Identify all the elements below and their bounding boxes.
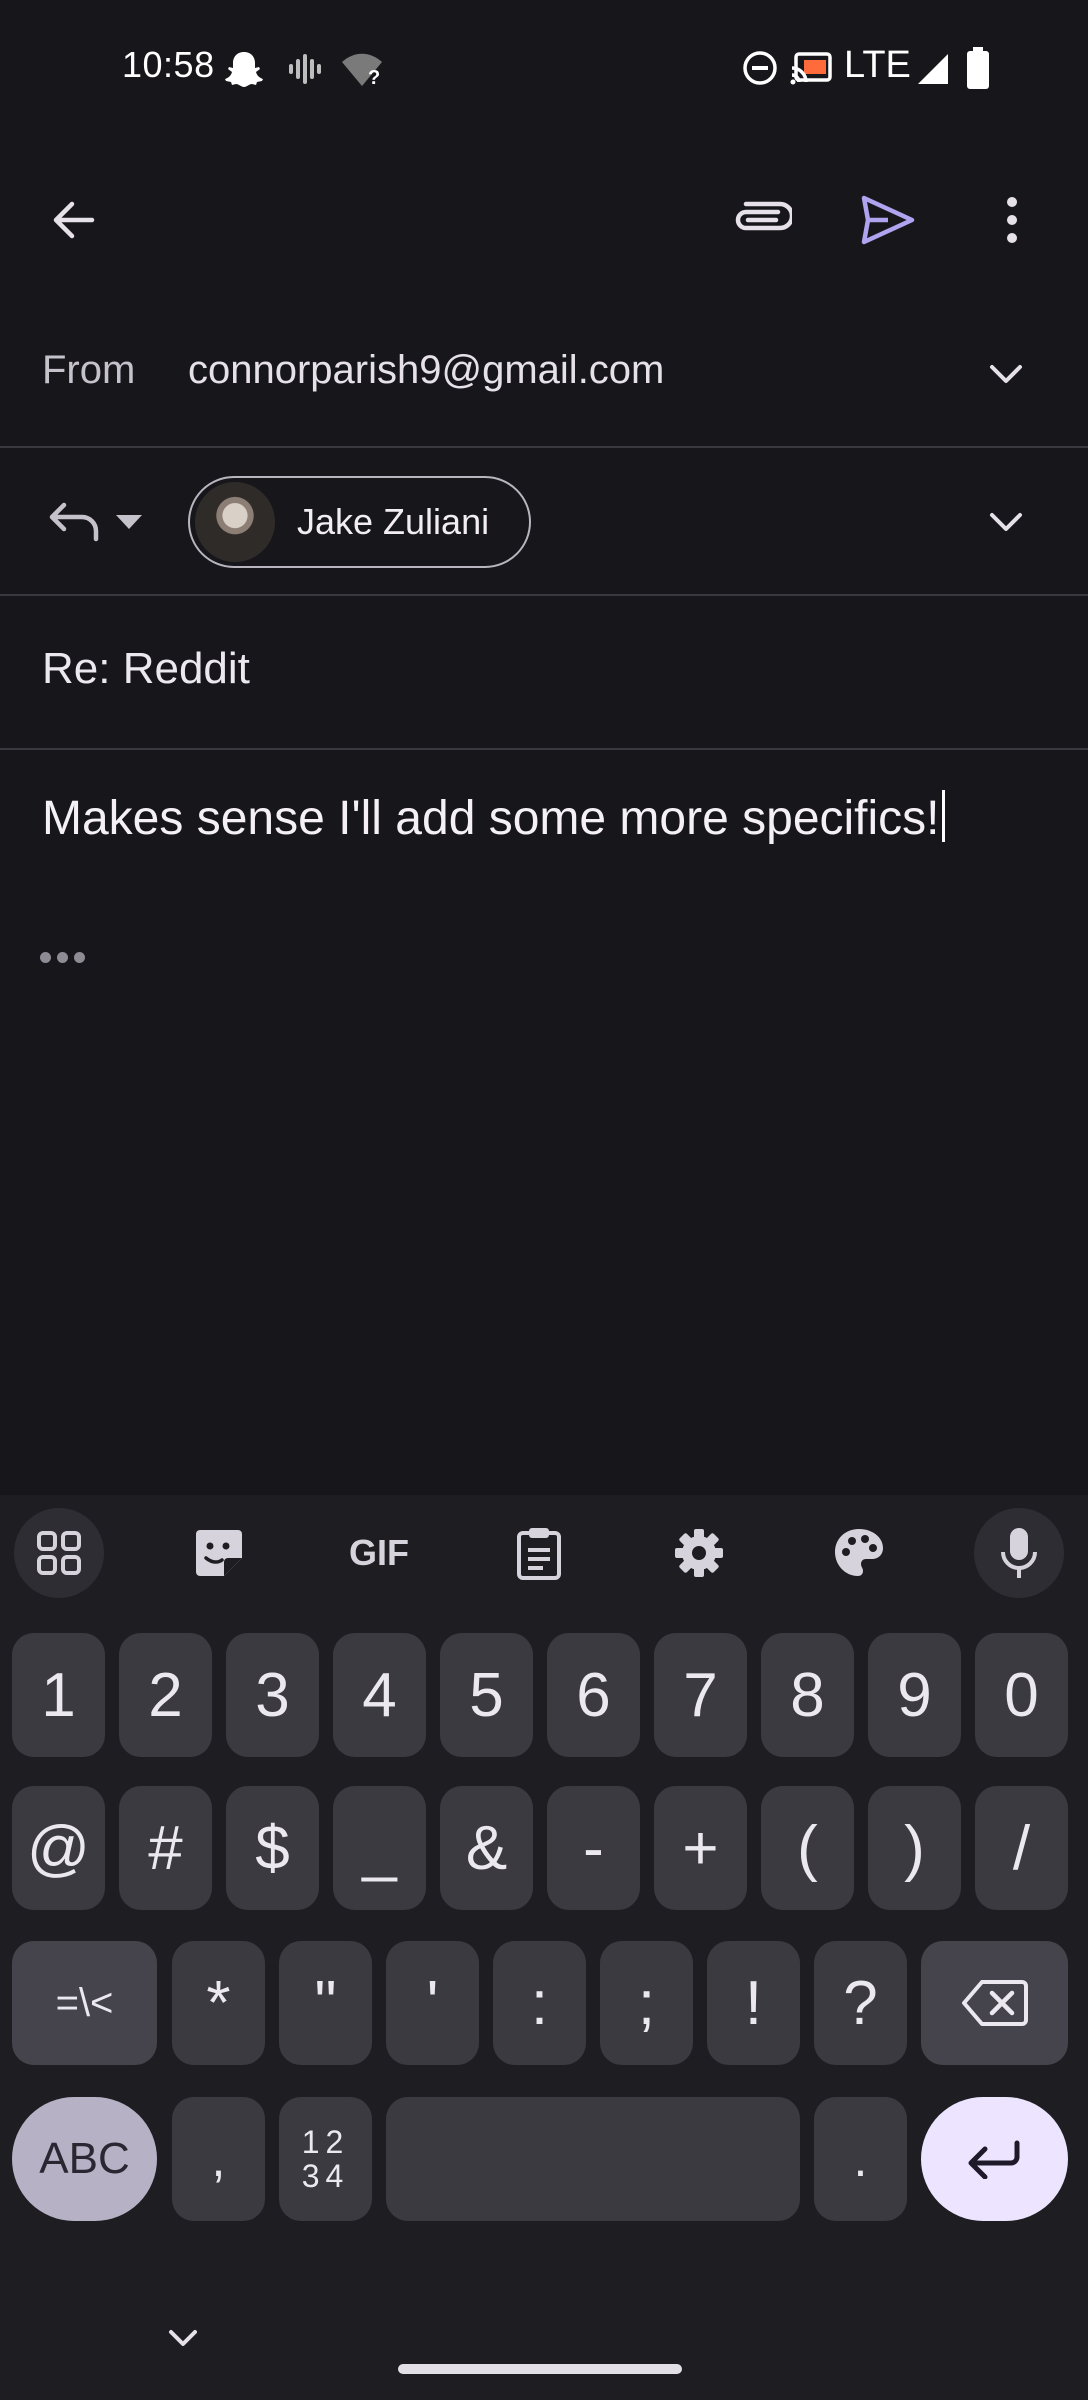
avatar	[195, 482, 275, 562]
settings-gear-icon	[673, 1527, 725, 1579]
divider	[0, 446, 1088, 448]
snapchat-icon	[224, 50, 264, 88]
backspace-key[interactable]	[921, 1941, 1068, 2065]
signal-icon	[914, 52, 950, 86]
sticker-icon	[192, 1526, 246, 1580]
body-field[interactable]: Makes sense I'll add some more specifics…	[42, 790, 945, 846]
text-cursor	[941, 790, 945, 842]
body-text: Makes sense I'll add some more specifics…	[42, 792, 940, 845]
from-account[interactable]: connorparish9@gmail.com	[188, 348, 664, 393]
key-double-quote[interactable]: "	[279, 1941, 372, 2065]
send-icon	[860, 194, 916, 246]
reply-type-dropdown[interactable]	[40, 490, 150, 554]
sticker-button[interactable]	[174, 1508, 264, 1598]
dnd-icon	[742, 50, 778, 86]
clipboard-button[interactable]	[494, 1508, 584, 1598]
key-8[interactable]: 8	[761, 1633, 854, 1757]
recipient-name: Jake Zuliani	[297, 501, 490, 542]
key-colon[interactable]: :	[493, 1941, 586, 2065]
more-vert-icon	[1006, 196, 1018, 244]
svg-text:?: ?	[368, 67, 380, 88]
key-at[interactable]: @	[12, 1786, 105, 1910]
status-time: 10:58	[122, 44, 215, 85]
chevron-down-icon	[989, 364, 1023, 384]
more-options-button[interactable]	[972, 180, 1052, 260]
key-close-paren[interactable]: )	[868, 1786, 961, 1910]
key-5[interactable]: 5	[440, 1633, 533, 1757]
key-3[interactable]: 3	[226, 1633, 319, 1757]
key-semicolon[interactable]: ;	[600, 1941, 693, 2065]
key-underscore[interactable]: _	[333, 1786, 426, 1910]
key-2[interactable]: 2	[119, 1633, 212, 1757]
abc-key[interactable]: ABC	[12, 2097, 157, 2221]
subject-field[interactable]: Re: Reddit	[42, 644, 250, 694]
numpad-label-bottom: 34	[301, 2158, 350, 2194]
key-minus[interactable]: -	[547, 1786, 640, 1910]
key-question[interactable]: ?	[814, 1941, 907, 2065]
key-apostrophe[interactable]: '	[386, 1941, 479, 2065]
key-dollar[interactable]: $	[226, 1786, 319, 1910]
key-exclamation[interactable]: !	[707, 1941, 800, 2065]
enter-key[interactable]	[921, 2097, 1068, 2221]
key-asterisk[interactable]: *	[172, 1941, 265, 2065]
back-arrow-icon	[50, 196, 98, 244]
key-hash[interactable]: #	[119, 1786, 212, 1910]
attach-button[interactable]	[722, 180, 802, 260]
key-ampersand[interactable]: &	[440, 1786, 533, 1910]
recipients-expand-button[interactable]	[976, 498, 1036, 546]
divider	[0, 748, 1088, 750]
key-1[interactable]: 1	[12, 1633, 105, 1757]
send-button[interactable]	[848, 180, 928, 260]
key-4[interactable]: 4	[333, 1633, 426, 1757]
chevron-down-icon	[989, 512, 1023, 532]
apps-grid-icon	[36, 1530, 82, 1576]
clipboard-icon	[516, 1526, 562, 1580]
key-slash[interactable]: /	[975, 1786, 1068, 1910]
back-button[interactable]	[34, 180, 114, 260]
numpad-key[interactable]: 12 34	[279, 2097, 372, 2221]
network-type: LTE	[844, 44, 911, 86]
comma-key[interactable]: ,	[172, 2097, 265, 2221]
period-key[interactable]: .	[814, 2097, 907, 2221]
mic-icon	[999, 1526, 1039, 1580]
vibrate-icon	[288, 52, 322, 86]
backspace-icon	[961, 1979, 1028, 2027]
reply-icon	[48, 501, 104, 543]
recipient-chip[interactable]: Jake Zuliani	[188, 476, 531, 568]
key-open-paren[interactable]: (	[761, 1786, 854, 1910]
keyboard-settings-button[interactable]	[654, 1508, 744, 1598]
key-9[interactable]: 9	[868, 1633, 961, 1757]
space-key[interactable]	[386, 2097, 800, 2221]
chevron-down-icon	[168, 2329, 198, 2347]
symbols-shift-key[interactable]: =\<	[12, 1941, 157, 2065]
palette-icon	[832, 1526, 886, 1580]
divider	[0, 594, 1088, 596]
key-6[interactable]: 6	[547, 1633, 640, 1757]
wifi-unknown-icon: ?	[340, 50, 384, 88]
keyboard-apps-button[interactable]	[14, 1508, 104, 1598]
battery-icon	[966, 47, 990, 89]
from-expand-button[interactable]	[976, 350, 1036, 398]
theme-button[interactable]	[814, 1508, 904, 1598]
gif-button[interactable]: GIF	[334, 1508, 424, 1598]
cast-icon	[790, 50, 832, 86]
numpad-label-top: 12	[301, 2124, 350, 2160]
enter-arrow-icon	[967, 2139, 1023, 2179]
voice-input-button[interactable]	[974, 1508, 1064, 1598]
from-label: From	[42, 348, 136, 392]
key-7[interactable]: 7	[654, 1633, 747, 1757]
attach-icon	[732, 200, 792, 240]
show-quoted-text-button[interactable]	[40, 952, 85, 963]
hide-keyboard-button[interactable]	[150, 2318, 216, 2358]
key-plus[interactable]: +	[654, 1786, 747, 1910]
key-0[interactable]: 0	[975, 1633, 1068, 1757]
gesture-nav-handle[interactable]	[398, 2364, 682, 2374]
dropdown-arrow-icon	[116, 515, 142, 529]
